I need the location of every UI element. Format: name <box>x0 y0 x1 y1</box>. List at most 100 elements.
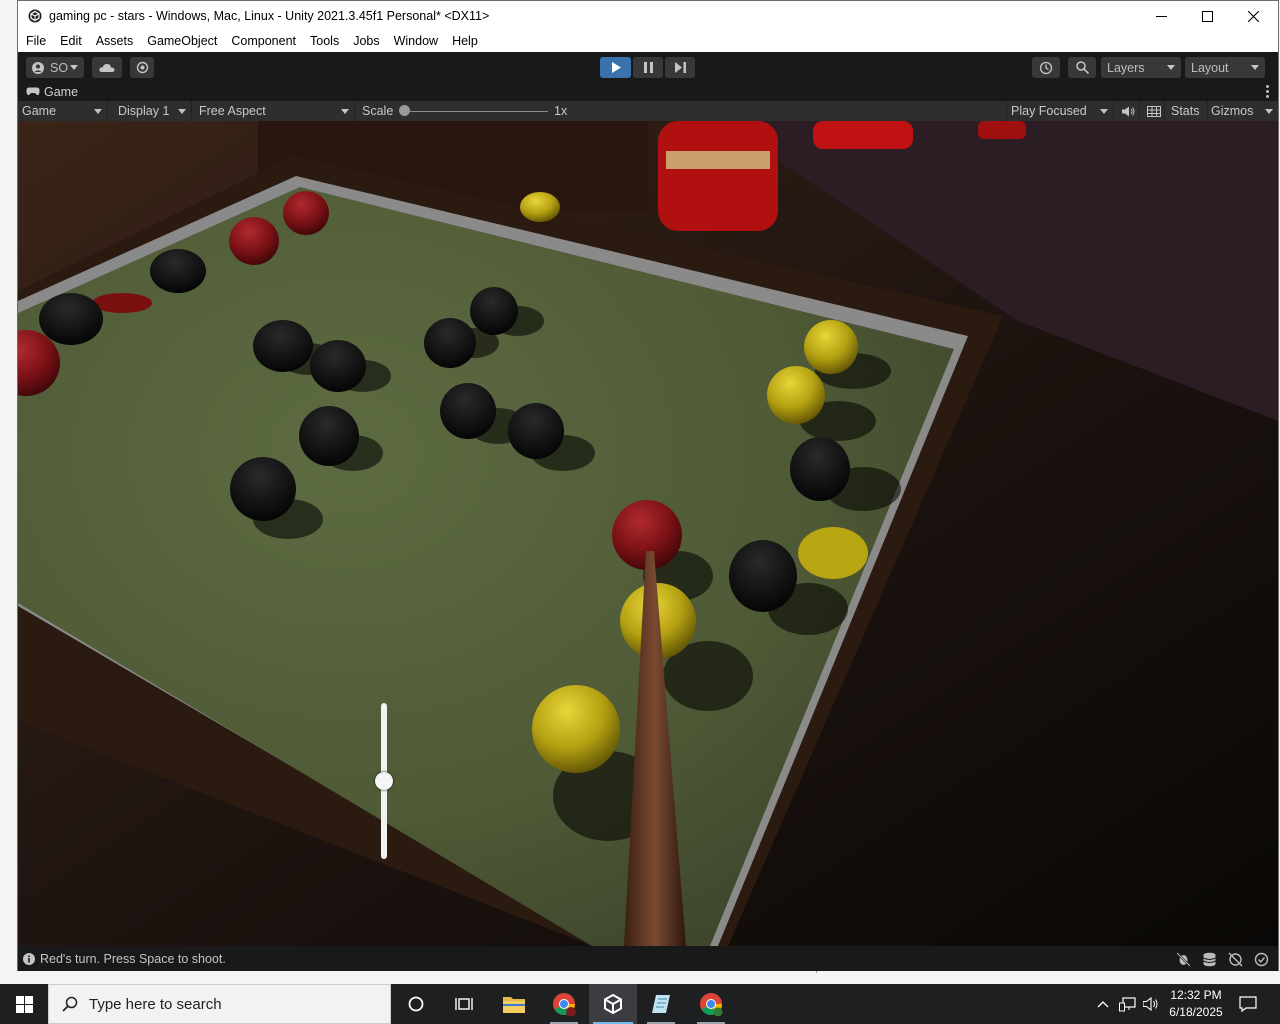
unity-taskbar-button[interactable] <box>589 984 637 1024</box>
scale-value-text: 1x <box>554 104 568 118</box>
show-hidden-icons-button[interactable] <box>1092 984 1114 1024</box>
close-button[interactable] <box>1230 1 1276 31</box>
menu-tools[interactable]: Tools <box>303 31 346 52</box>
tab-options-icon[interactable] <box>1266 85 1270 100</box>
file-explorer-button[interactable] <box>490 984 538 1024</box>
display-select-value: Display 1 <box>118 104 170 118</box>
shot-power-thumb[interactable] <box>375 772 393 790</box>
layout-label: Layout <box>1191 60 1229 75</box>
layers-dropdown[interactable]: Layers <box>1101 57 1181 78</box>
gamepad-icon <box>26 87 40 96</box>
cloud-icon <box>99 63 115 72</box>
aspect-select[interactable]: Free Aspect <box>193 101 355 121</box>
menu-gameobject[interactable]: GameObject <box>140 31 224 52</box>
search-button[interactable] <box>1068 57 1096 78</box>
menu-file[interactable]: File <box>18 31 53 52</box>
menu-jobs[interactable]: Jobs <box>346 31 386 52</box>
notifications-button[interactable] <box>1234 984 1262 1024</box>
chevron-down-icon <box>1265 109 1273 114</box>
red-stool <box>978 121 1026 139</box>
game-view-toolbar: Game Display 1 Free Aspect Scale 1x Play… <box>18 101 1278 121</box>
maximize-button[interactable] <box>1184 1 1230 31</box>
account-icon <box>32 61 44 74</box>
chrome-profile-button[interactable] <box>687 984 735 1024</box>
menu-help[interactable]: Help <box>445 31 485 52</box>
window-title: gaming pc - stars - Windows, Mac, Linux … <box>49 9 490 23</box>
play-button[interactable] <box>600 57 631 78</box>
scale-value: 1x <box>554 101 594 121</box>
start-button[interactable] <box>0 984 48 1024</box>
tab-game-label: Game <box>44 84 79 99</box>
taskbar-clock[interactable]: 12:32 PM 6/18/2025 <box>1160 987 1232 1021</box>
network-button[interactable] <box>1116 984 1138 1024</box>
red-stool <box>813 121 913 149</box>
play-icon <box>611 62 621 73</box>
chrome-icon <box>700 993 723 1016</box>
menu-bar: File Edit Assets GameObject Component To… <box>18 31 1278 52</box>
cache-server-icon[interactable] <box>1202 952 1217 967</box>
cloud-button[interactable] <box>92 57 122 78</box>
stats-grid-button[interactable] <box>1143 101 1165 121</box>
main-toolbar: SO Layers Layout <box>18 52 1278 82</box>
unity-logo-icon <box>28 9 42 23</box>
collab-icon <box>136 61 148 74</box>
step-icon <box>674 62 686 73</box>
scale-label-text: Scale <box>362 104 394 118</box>
gizmos-button[interactable]: Gizmos <box>1208 101 1278 121</box>
shot-power-slider[interactable] <box>375 703 393 859</box>
history-button[interactable] <box>1032 57 1060 78</box>
title-bar[interactable]: gaming pc - stars - Windows, Mac, Linux … <box>18 1 1278 31</box>
task-view-button[interactable] <box>440 984 488 1024</box>
chevron-up-icon <box>1097 1001 1109 1008</box>
menu-component[interactable]: Component <box>224 31 303 52</box>
mute-audio-button[interactable] <box>1118 101 1140 121</box>
collab-button[interactable] <box>130 57 154 78</box>
scale-label: Scale <box>358 101 403 121</box>
play-mode-select[interactable]: Play Focused <box>1006 101 1114 121</box>
search-icon <box>1075 61 1089 74</box>
volume-icon <box>1142 997 1157 1011</box>
game-view[interactable] <box>18 121 1278 946</box>
view-select-value: Game <box>22 104 57 118</box>
debug-off-icon[interactable] <box>1176 952 1191 967</box>
search-icon <box>62 996 78 1012</box>
chevron-down-icon <box>178 109 186 114</box>
menu-assets[interactable]: Assets <box>89 31 141 52</box>
volume-button[interactable] <box>1140 984 1162 1024</box>
minimize-button[interactable] <box>1138 1 1184 31</box>
status-message[interactable]: Red's turn. Press Space to shoot. <box>40 952 226 966</box>
account-dropdown[interactable]: SO <box>26 57 84 78</box>
folder-icon <box>503 997 525 1013</box>
chevron-down-icon <box>1167 65 1175 70</box>
windows-logo-icon <box>15 995 33 1013</box>
chevron-down-icon <box>1251 65 1259 70</box>
grid-icon <box>1146 105 1161 117</box>
notification-icon <box>1239 996 1257 1012</box>
scale-slider-thumb[interactable] <box>399 105 410 116</box>
taskbar-search-box[interactable]: Type here to search <box>48 984 391 1024</box>
view-select[interactable]: Game <box>18 101 108 121</box>
cortana-button[interactable] <box>392 984 440 1024</box>
auto-generate-lighting-icon[interactable] <box>1228 952 1243 967</box>
display-select[interactable]: Display 1 <box>112 101 192 121</box>
chevron-down-icon <box>70 65 78 70</box>
tab-game[interactable]: Game <box>18 82 78 101</box>
unity-editor-window: gaming pc - stars - Windows, Mac, Linux … <box>17 0 1279 971</box>
chrome-button[interactable] <box>540 984 588 1024</box>
status-bar: Red's turn. Press Space to shoot. <box>18 946 1278 971</box>
clock-time: 12:32 PM <box>1170 988 1222 1002</box>
menu-edit[interactable]: Edit <box>53 31 89 52</box>
play-mode-value: Play Focused <box>1011 104 1087 118</box>
menu-window[interactable]: Window <box>387 31 445 52</box>
scale-slider-track[interactable] <box>406 111 548 112</box>
notes-app-button[interactable] <box>637 984 685 1024</box>
account-label: SO <box>50 60 69 75</box>
game-scene <box>18 121 1278 946</box>
layout-dropdown[interactable]: Layout <box>1185 57 1265 78</box>
pause-button[interactable] <box>633 57 663 78</box>
step-button[interactable] <box>665 57 695 78</box>
progress-ok-icon[interactable] <box>1254 952 1269 967</box>
stats-button[interactable]: Stats <box>1168 101 1208 121</box>
layers-label: Layers <box>1107 60 1145 75</box>
clock-date: 6/18/2025 <box>1169 1005 1223 1019</box>
